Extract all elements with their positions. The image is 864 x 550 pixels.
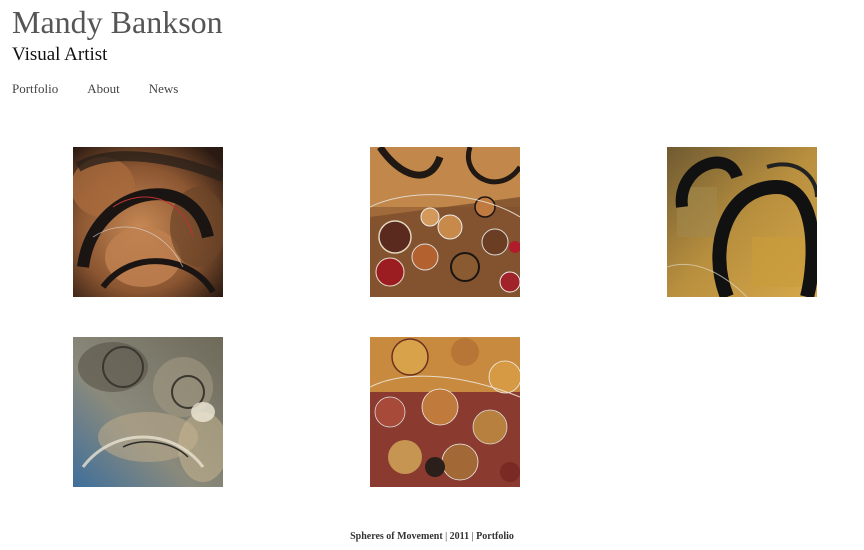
footer-series-title: Spheres of Movement [350, 531, 443, 542]
artwork-image-5 [370, 337, 520, 487]
nav-item-news[interactable]: News [149, 81, 179, 97]
footer-separator-1: | [445, 531, 448, 542]
artwork-thumbnail-2[interactable] [370, 147, 520, 297]
artwork-thumbnail-1[interactable] [73, 147, 223, 297]
artwork-image-2 [370, 147, 520, 297]
artwork-image-1 [73, 147, 223, 297]
nav-item-portfolio[interactable]: Portfolio [12, 81, 58, 97]
footer-separator-2: | [471, 531, 474, 542]
artwork-image-4 [73, 337, 223, 487]
site-subtitle: Visual Artist [12, 44, 108, 65]
main-nav: Portfolio About News [12, 81, 178, 97]
page-footer: Spheres of Movement | 2011 | Portfolio [0, 531, 864, 543]
footer-portfolio-link[interactable]: Portfolio [476, 531, 514, 542]
nav-item-about[interactable]: About [87, 81, 120, 97]
artwork-image-3 [667, 147, 817, 297]
site-title[interactable]: Mandy Bankson [12, 4, 223, 40]
artwork-thumbnail-3[interactable] [667, 147, 817, 297]
artwork-thumbnail-4[interactable] [73, 337, 223, 487]
site-header: Mandy Bankson Visual Artist [12, 4, 223, 66]
artwork-thumbnail-5[interactable] [370, 337, 520, 487]
footer-year: 2011 [449, 531, 470, 542]
